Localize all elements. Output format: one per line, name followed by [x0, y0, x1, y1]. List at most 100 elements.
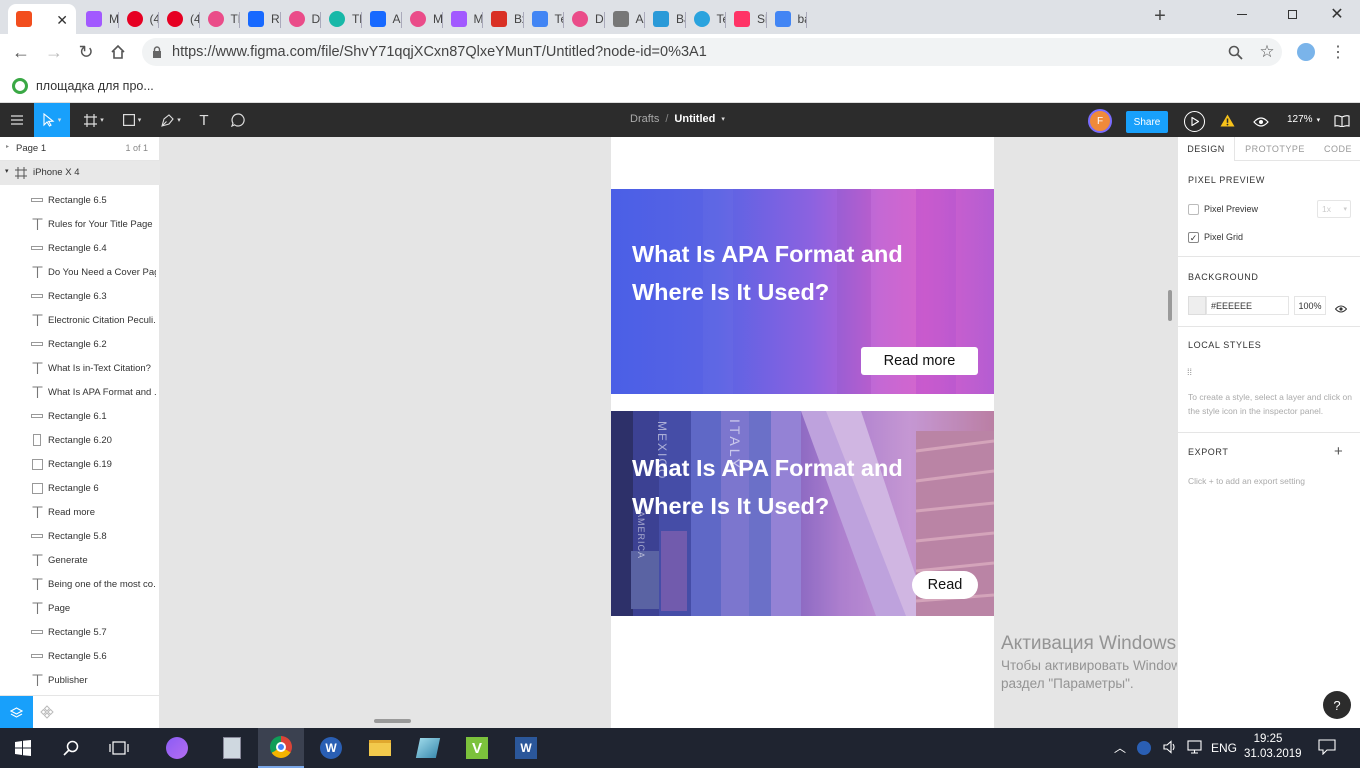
- article-card-gradient[interactable]: What Is APA Format and Where Is It Used?…: [611, 189, 994, 394]
- browser-tab[interactable]: Tec: [524, 4, 564, 34]
- components-tab-icon[interactable]: [40, 705, 54, 722]
- alice-assistant-icon[interactable]: [154, 728, 200, 768]
- pixel-preview-checkbox[interactable]: [1188, 204, 1199, 215]
- browser-tab[interactable]: Sign: [726, 4, 767, 34]
- layer-row[interactable]: Read more: [0, 500, 160, 524]
- style-dots-icon[interactable]: ⁞⁞: [1187, 367, 1192, 377]
- layer-row[interactable]: Being one of the most co...: [0, 572, 160, 596]
- writer-app-icon[interactable]: W: [308, 728, 354, 768]
- layer-row[interactable]: Rectangle 6.5: [0, 188, 160, 212]
- word-app-icon[interactable]: W: [503, 728, 549, 768]
- close-tab-icon[interactable]: ✕: [56, 12, 68, 29]
- layer-row[interactable]: Rectangle 6.2: [0, 332, 160, 356]
- layer-row[interactable]: Rectangle 6.1: [0, 404, 160, 428]
- browser-tab[interactable]: The: [200, 4, 240, 34]
- move-tool-button[interactable]: ▾: [34, 103, 70, 137]
- view-eye-icon[interactable]: [1253, 116, 1269, 130]
- address-bar[interactable]: https://www.figma.com/file/ShvY71qqjXCxn…: [142, 38, 1282, 66]
- text-tool-icon[interactable]: T: [192, 103, 216, 137]
- restore-window-button[interactable]: [1280, 4, 1304, 24]
- chrome-app-icon[interactable]: [258, 728, 304, 768]
- tray-chevron-up-icon[interactable]: ︿: [1114, 739, 1126, 756]
- browser-tab[interactable]: APA: [605, 4, 645, 34]
- layer-row[interactable]: Rectangle 6.20: [0, 428, 160, 452]
- background-color-swatch[interactable]: [1188, 296, 1206, 315]
- horizontal-scrollbar[interactable]: [374, 719, 411, 723]
- tray-writer-icon[interactable]: [1137, 741, 1151, 755]
- browser-tab[interactable]: ✕: [8, 4, 76, 34]
- layer-row[interactable]: Publisher: [0, 668, 160, 692]
- background-hex-input[interactable]: #EEEEEE: [1206, 296, 1289, 315]
- sketch-app-icon[interactable]: [405, 728, 451, 768]
- layer-row[interactable]: Rectangle 6.4: [0, 236, 160, 260]
- main-menu-icon[interactable]: [2, 103, 32, 137]
- task-view-icon[interactable]: [96, 728, 142, 768]
- layer-row[interactable]: What Is APA Format and ...: [0, 380, 160, 404]
- forward-arrow-icon[interactable]: →: [43, 41, 65, 63]
- visibility-eye-icon[interactable]: [1334, 302, 1348, 316]
- zoom-level[interactable]: 127% ▾: [1287, 114, 1320, 125]
- profile-avatar[interactable]: [1297, 43, 1315, 61]
- layers-tab-icon[interactable]: [0, 696, 33, 729]
- bookmark-star-icon[interactable]: ☆: [1256, 41, 1278, 63]
- browser-tab[interactable]: Mi_: [402, 4, 443, 34]
- layer-row[interactable]: Generate: [0, 548, 160, 572]
- layer-row[interactable]: Rectangle 6.19: [0, 452, 160, 476]
- user-avatar[interactable]: F: [1088, 109, 1112, 133]
- browser-tab[interactable]: Drib: [564, 4, 605, 34]
- browser-tab[interactable]: Вхо: [483, 4, 524, 34]
- home-icon[interactable]: [107, 41, 129, 63]
- vectr-app-icon[interactable]: V: [454, 728, 500, 768]
- close-window-button[interactable]: ✕: [1325, 3, 1349, 25]
- layer-row[interactable]: Do You Need a Cover Pag...: [0, 260, 160, 284]
- add-export-plus-icon[interactable]: +: [1334, 443, 1343, 460]
- browser-tab[interactable]: Mat: [443, 4, 483, 34]
- present-play-icon[interactable]: [1184, 111, 1205, 132]
- warning-icon[interactable]: [1220, 114, 1235, 130]
- layer-row[interactable]: Rectangle 5.6: [0, 644, 160, 668]
- calculator-app-icon[interactable]: [209, 728, 255, 768]
- frame-tool-icon[interactable]: ▾: [76, 103, 112, 137]
- notifications-icon[interactable]: [1318, 739, 1336, 758]
- browser-tab[interactable]: Вак: [645, 4, 686, 34]
- tray-volume-icon[interactable]: [1163, 740, 1177, 757]
- layer-row[interactable]: Page: [0, 596, 160, 620]
- windows-start-icon[interactable]: [0, 728, 46, 768]
- browser-tab[interactable]: Mat: [78, 4, 119, 34]
- search-icon[interactable]: [48, 728, 94, 768]
- layer-row[interactable]: What Is in-Text Citation?: [0, 356, 160, 380]
- pixel-preview-scale-select[interactable]: 1x ▾: [1317, 200, 1351, 218]
- rectangle-tool-icon[interactable]: ▾: [114, 103, 150, 137]
- layer-row[interactable]: Electronic Citation Peculi...: [0, 308, 160, 332]
- browser-tab[interactable]: (4) F: [119, 4, 159, 34]
- back-arrow-icon[interactable]: ←: [10, 41, 32, 63]
- browser-tab[interactable]: And: [362, 4, 402, 34]
- breadcrumb-drafts[interactable]: Drafts: [630, 113, 659, 125]
- article-card-photo[interactable]: MEXICO ITALY AMERICA What Is APA Format …: [611, 411, 994, 616]
- background-opacity-input[interactable]: 100%: [1294, 296, 1326, 315]
- browser-tab[interactable]: bac: [767, 4, 807, 34]
- bookmark-item[interactable]: площадка для про...: [12, 77, 154, 95]
- layer-row[interactable]: Rectangle 5.8: [0, 524, 160, 548]
- read-more-button[interactable]: Read more: [861, 347, 978, 375]
- file-breadcrumb[interactable]: Drafts / Untitled ▾: [630, 113, 725, 125]
- pixel-grid-checkbox[interactable]: ✓: [1188, 232, 1199, 243]
- library-book-icon[interactable]: [1334, 115, 1350, 130]
- read-button[interactable]: Read: [912, 571, 978, 599]
- tray-network-icon[interactable]: [1187, 740, 1203, 757]
- browser-tab[interactable]: The: [321, 4, 362, 34]
- layer-row[interactable]: Rectangle 6: [0, 476, 160, 500]
- tab-prototype[interactable]: PROTOTYPE: [1235, 137, 1315, 161]
- language-indicator[interactable]: ENG: [1211, 741, 1237, 755]
- browser-tab[interactable]: Tele: [686, 4, 726, 34]
- minimize-window-button[interactable]: [1230, 4, 1254, 24]
- file-explorer-icon[interactable]: [357, 728, 403, 768]
- browser-tab[interactable]: Roc: [240, 4, 281, 34]
- layer-row[interactable]: Rectangle 6.3: [0, 284, 160, 308]
- browser-tab[interactable]: (4) F: [159, 4, 200, 34]
- page-selector[interactable]: ▸ Page 1 1 of 1: [0, 137, 160, 161]
- zoom-search-icon[interactable]: [1224, 41, 1246, 63]
- tab-code[interactable]: CODE: [1315, 137, 1360, 161]
- new-tab-button[interactable]: +: [1149, 5, 1171, 27]
- pen-tool-icon[interactable]: ▾: [153, 103, 189, 137]
